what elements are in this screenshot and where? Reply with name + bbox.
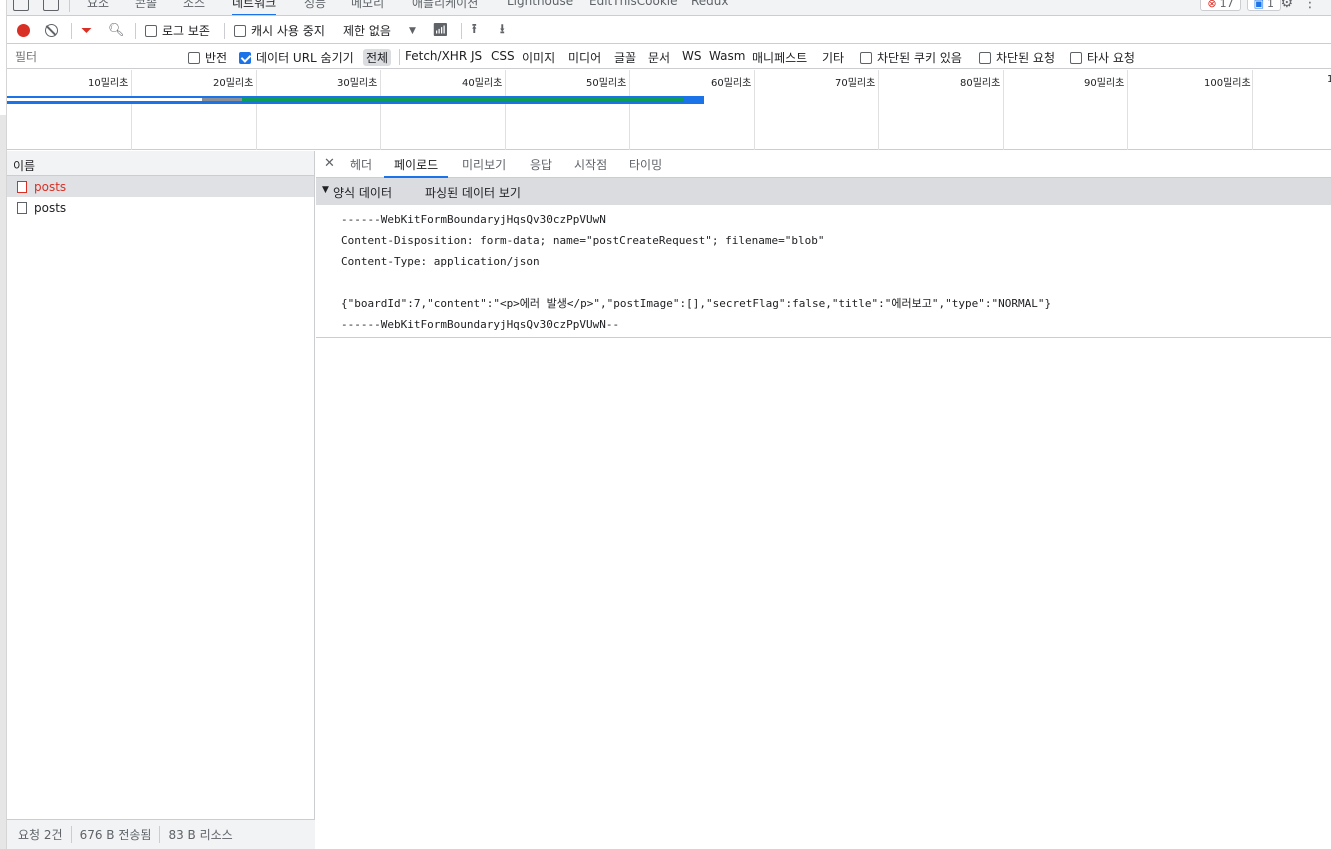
hide-data-urls-checkbox[interactable]: 데이터 URL 숨기기	[239, 49, 354, 66]
document-icon	[17, 201, 27, 214]
timeline-tick-label: 90밀리초	[1084, 78, 1125, 89]
request-waiting-bar	[202, 98, 242, 101]
type-filter-other[interactable]: 기타	[822, 49, 844, 66]
type-filter-media[interactable]: 미디어	[568, 49, 601, 66]
search-icon[interactable]: 🔍︎	[108, 22, 125, 39]
blocked-cookies-checkbox[interactable]: 차단된 쿠키 있음	[860, 49, 962, 66]
type-filter-manifest[interactable]: 매니페스트	[752, 49, 807, 66]
panel-tab-bar: 요소 콘솔 소스 네트워크 성능 메모리 애플리케이션 Lighthouse E…	[7, 0, 1331, 16]
request-list: 이름 posts posts 요청 2건 676 B 전송됨 83 B 리소스	[7, 151, 315, 849]
invert-checkbox[interactable]: 반전	[188, 49, 227, 66]
disable-cache-checkbox[interactable]: 캐시 사용 중지	[234, 22, 325, 39]
error-icon: ⊗	[1207, 0, 1217, 10]
tab-response[interactable]: 응답	[530, 156, 552, 178]
export-har-icon[interactable]: ⭳	[500, 22, 505, 39]
resource-size: 83 B 리소스	[168, 828, 233, 842]
payload-line: Content-Disposition: form-data; name="po…	[341, 234, 825, 247]
request-row[interactable]: posts	[7, 176, 314, 197]
device-toolbar-icon[interactable]	[43, 0, 59, 11]
close-icon[interactable]: ✕	[324, 156, 335, 171]
tab-headers[interactable]: 헤더	[350, 156, 372, 178]
record-button[interactable]	[17, 24, 30, 37]
page-edge	[0, 0, 7, 849]
timeline-tick-label: 10밀리초	[88, 78, 129, 89]
timeline-tick-label: 70밀리초	[835, 78, 876, 89]
filter-funnel-icon[interactable]: ⏷	[81, 22, 92, 39]
message-count-badge[interactable]: ▣ 1	[1246, 0, 1281, 11]
filter-input[interactable]	[11, 48, 175, 66]
settings-gear-icon[interactable]: ⚙	[1280, 0, 1293, 11]
view-parsed-link[interactable]: 파싱된 데이터 보기	[425, 184, 521, 201]
tab-lighthouse[interactable]: Lighthouse	[507, 0, 573, 15]
timeline-overview[interactable]: 10밀리초 20밀리초 30밀리초 40밀리초 50밀리초 60밀리초 70밀리…	[7, 70, 1331, 150]
timeline-tick-label: 50밀리초	[586, 78, 627, 89]
throttling-select[interactable]: 제한 없음 ▼	[343, 22, 416, 39]
tab-initiator[interactable]: 시작점	[574, 156, 607, 178]
tab-redux[interactable]: Redux	[691, 0, 729, 15]
import-har-icon[interactable]: ⭱	[472, 22, 477, 39]
filter-bar: 반전 데이터 URL 숨기기 전체 Fetch/XHR JS CSS 이미지 미…	[7, 45, 1331, 69]
expand-triangle-icon: ▼	[322, 185, 329, 195]
request-detail-pane: ✕ 헤더 페이로드 미리보기 응답 시작점 타이밍 ▼ 양식 데이터 파싱된 데…	[316, 151, 1331, 849]
type-filter-js[interactable]: JS	[471, 49, 482, 63]
clear-button[interactable]	[45, 24, 58, 37]
devtools-window: 요소 콘솔 소스 네트워크 성능 메모리 애플리케이션 Lighthouse E…	[0, 0, 1331, 849]
more-options-icon[interactable]: ⋮	[1303, 0, 1317, 11]
payload-line: ------WebKitFormBoundaryjHqsQv30czPpVUwN	[341, 213, 606, 226]
detail-tab-bar: ✕ 헤더 페이로드 미리보기 응답 시작점 타이밍	[316, 151, 1331, 178]
type-filter-font[interactable]: 글꼴	[614, 49, 636, 66]
timeline-tick-label: 1	[1327, 74, 1331, 85]
type-filter-doc[interactable]: 문서	[648, 49, 670, 66]
type-filter-img[interactable]: 이미지	[522, 49, 555, 66]
form-data-section-header[interactable]: ▼ 양식 데이터 파싱된 데이터 보기	[316, 178, 1331, 205]
network-toolbar: ⏷ 🔍︎ 로그 보존 캐시 사용 중지 제한 없음 ▼ 📶︎ ⭱ ⭳	[7, 17, 1331, 44]
tab-application[interactable]: 애플리케이션	[412, 0, 478, 15]
timeline-tick-label: 20밀리초	[213, 78, 254, 89]
transferred-size: 676 B 전송됨	[72, 826, 161, 843]
message-icon: ▣	[1253, 0, 1264, 10]
type-filter-wasm[interactable]: Wasm	[709, 49, 745, 63]
type-filter-ws[interactable]: WS	[682, 49, 701, 63]
document-icon	[17, 180, 27, 193]
preserve-log-checkbox[interactable]: 로그 보존	[145, 22, 210, 39]
tab-payload[interactable]: 페이로드	[384, 156, 449, 178]
name-column-header[interactable]: 이름	[7, 151, 314, 176]
tab-console[interactable]: 콘솔	[135, 0, 157, 15]
timeline-tick-label: 60밀리초	[711, 78, 752, 89]
type-filter-all[interactable]: 전체	[363, 49, 392, 66]
tab-network[interactable]: 네트워크	[232, 0, 277, 15]
chevron-down-icon: ▼	[408, 25, 416, 36]
request-count: 요청 2건	[18, 826, 72, 843]
request-row[interactable]: posts	[7, 197, 314, 218]
timeline-tick-label: 80밀리초	[960, 78, 1001, 89]
payload-line: ------WebKitFormBoundaryjHqsQv30czPpVUwN…	[341, 318, 620, 331]
tab-memory[interactable]: 메모리	[351, 0, 384, 15]
third-party-checkbox[interactable]: 타사 요청	[1070, 49, 1135, 66]
blocked-requests-checkbox[interactable]: 차단된 요청	[979, 49, 1055, 66]
network-conditions-wifi-icon[interactable]: 📶︎	[432, 22, 449, 39]
payload-line	[341, 272, 1331, 293]
tab-editthiscookie[interactable]: EditThisCookie	[589, 0, 678, 15]
form-data-source: ------WebKitFormBoundaryjHqsQv30czPpVUwN…	[316, 205, 1331, 338]
payload-line: Content-Type: application/json	[341, 255, 540, 268]
inspect-element-icon[interactable]	[13, 0, 29, 11]
timeline-tick-label: 30밀리초	[337, 78, 378, 89]
tab-sources[interactable]: 소스	[183, 0, 205, 15]
network-status-bar: 요청 2건 676 B 전송됨 83 B 리소스	[7, 819, 315, 849]
timeline-tick-label: 100밀리초	[1204, 78, 1251, 89]
tab-performance[interactable]: 성능	[304, 0, 326, 15]
tab-elements[interactable]: 요소	[87, 0, 109, 15]
timeline-tick-label: 40밀리초	[462, 78, 503, 89]
error-count-badge[interactable]: ⊗ 17	[1200, 0, 1241, 11]
payload-line: {"boardId":7,"content":"<p>에러 발생</p>","p…	[341, 297, 1052, 310]
tab-preview[interactable]: 미리보기	[462, 156, 506, 178]
type-filter-css[interactable]: CSS	[491, 49, 515, 63]
tab-timing[interactable]: 타이밍	[629, 156, 662, 178]
type-filter-fetch-xhr[interactable]: Fetch/XHR	[405, 49, 467, 63]
request-download-bar	[242, 98, 684, 101]
